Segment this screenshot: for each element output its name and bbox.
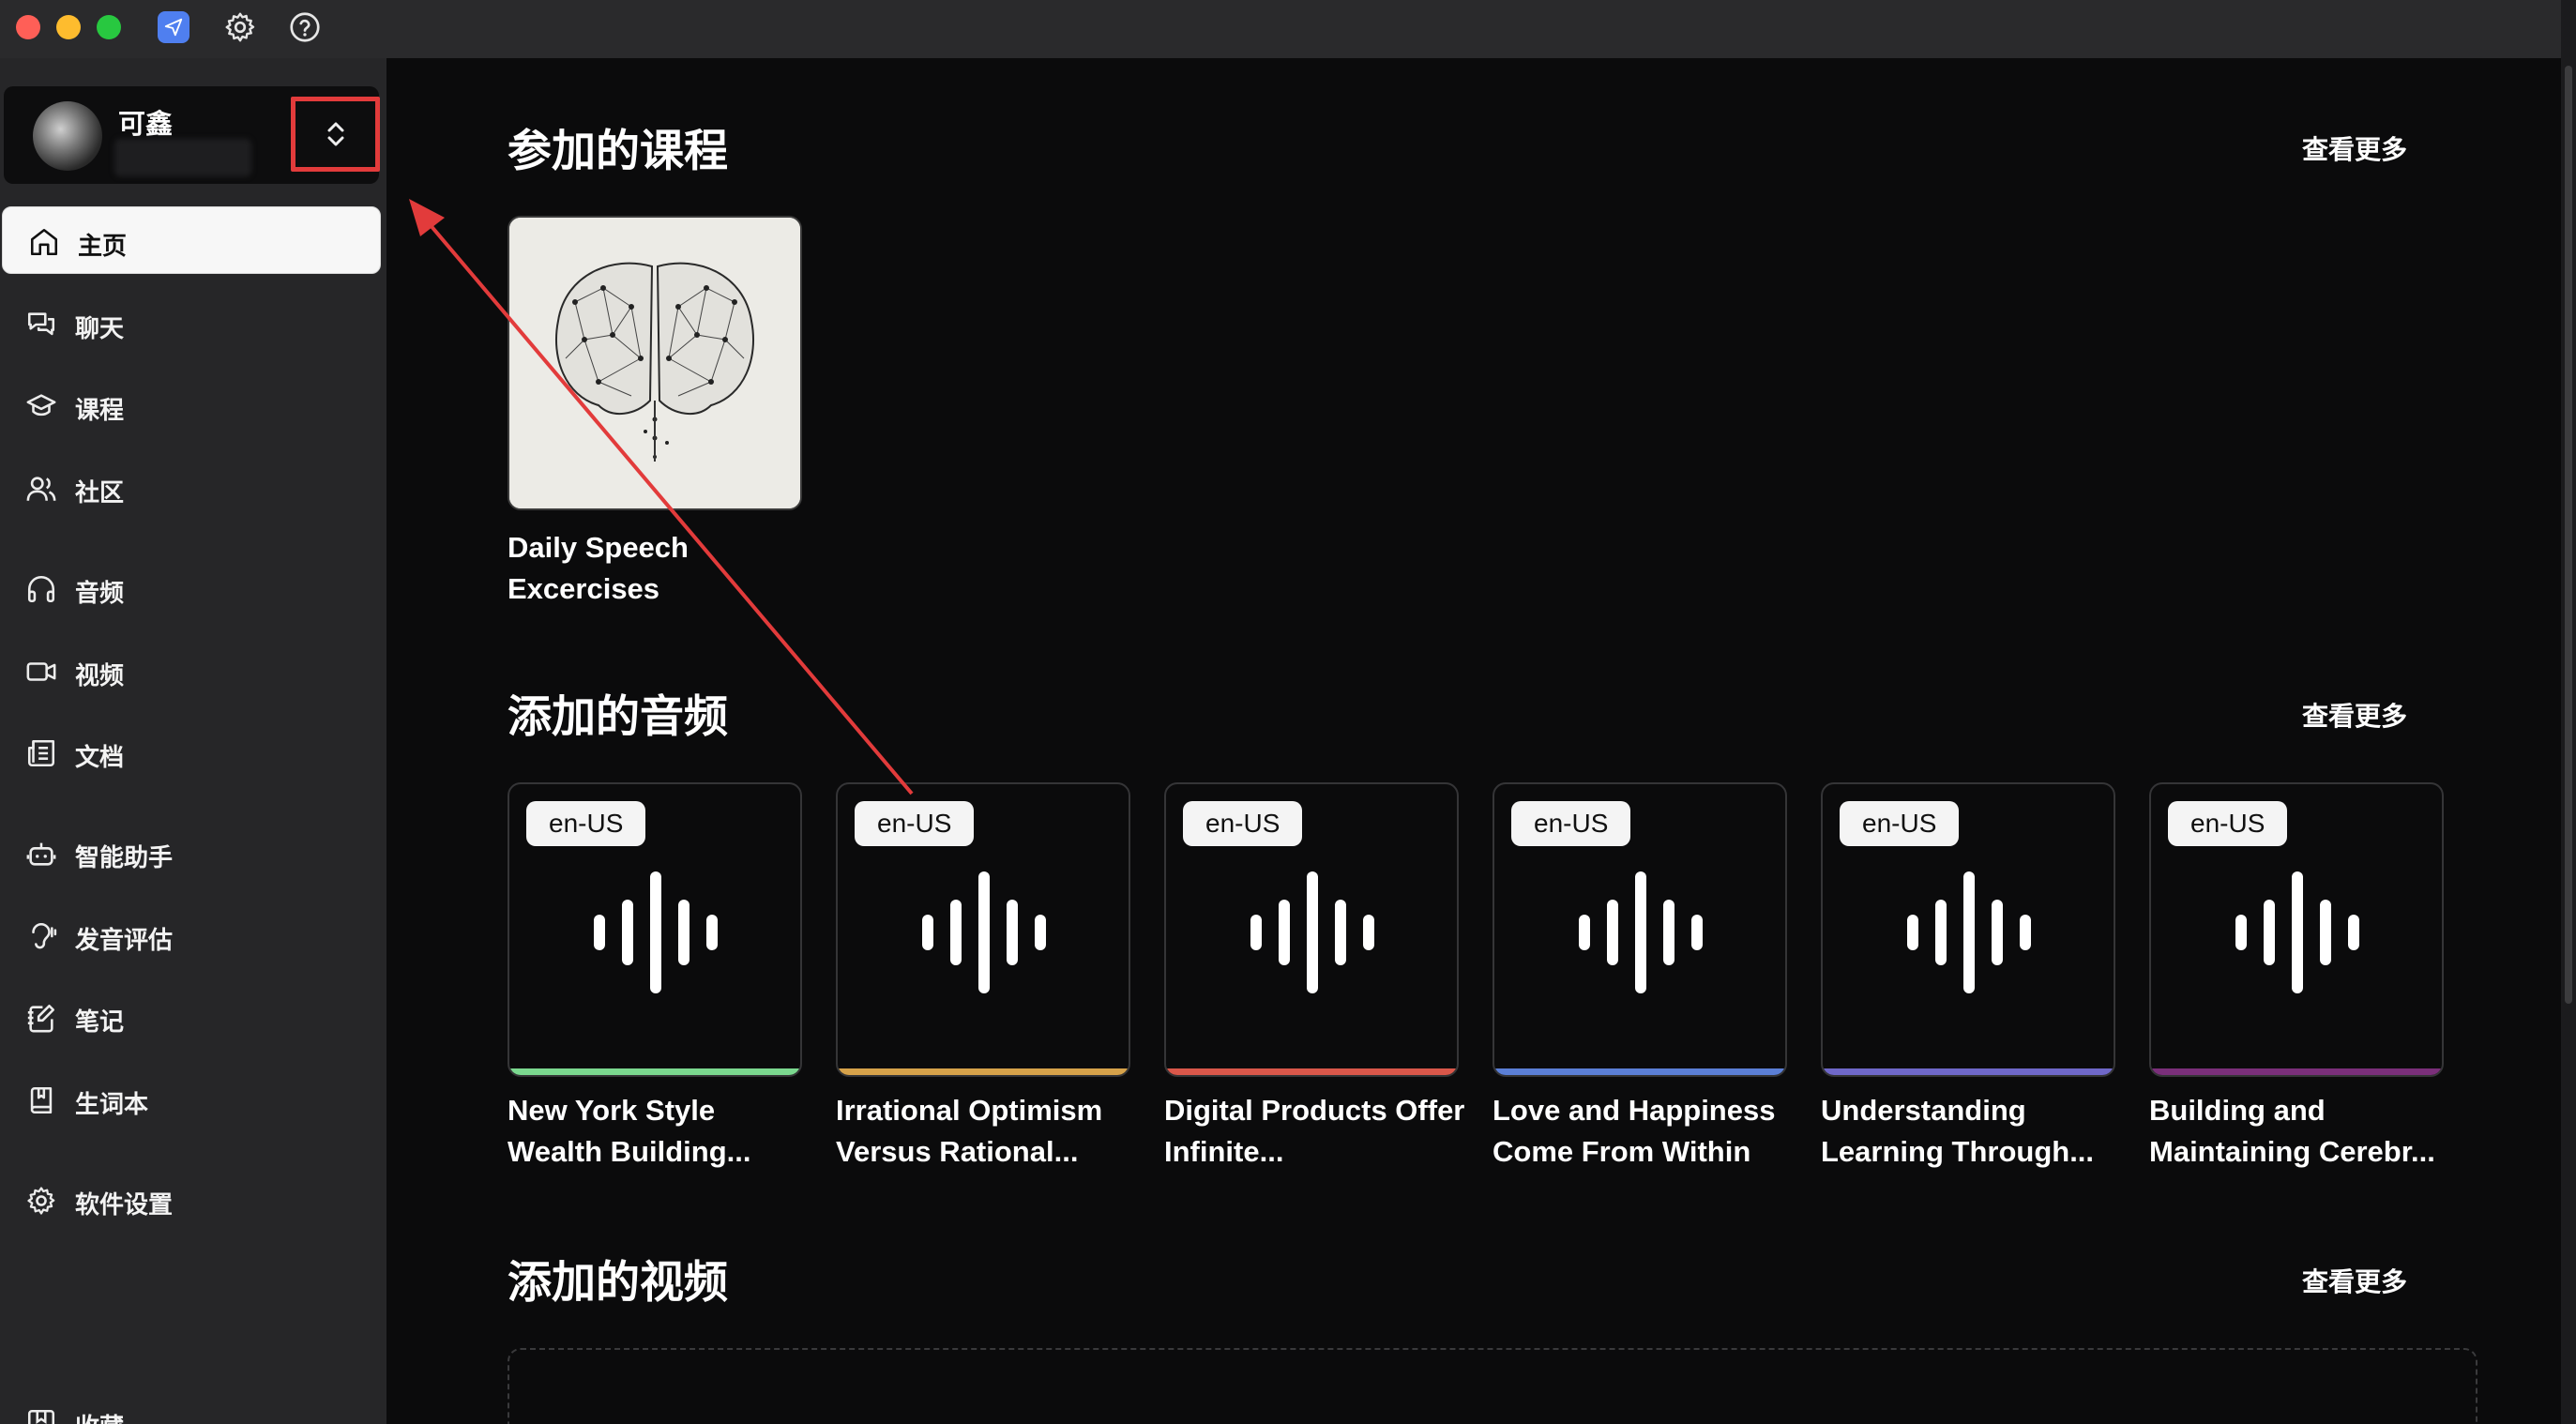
- audio-card[interactable]: en-US: [1821, 782, 2115, 1077]
- section-title-video: 添加的视频: [508, 1257, 728, 1307]
- sidebar-item-label: 软件设置: [75, 1190, 174, 1219]
- ear-icon: [32, 923, 57, 949]
- language-badge: en-US: [526, 801, 646, 846]
- audio-title[interactable]: Love and Happiness Come From Within: [1493, 1090, 1802, 1173]
- see-more-audio-link[interactable]: 查看更多: [2302, 696, 2407, 734]
- window-titlebar: [0, 0, 2561, 58]
- sidebar-item-label: 主页: [78, 232, 128, 260]
- audio-card-accent-bar: [509, 1068, 800, 1075]
- sidebar-item-favorites[interactable]: 收藏: [0, 1388, 379, 1424]
- brain-network-illustration: [509, 218, 800, 508]
- audio-card[interactable]: en-US: [2149, 782, 2444, 1077]
- window-close-button[interactable]: [16, 15, 40, 39]
- sidebar-item-label: 音频: [75, 579, 125, 607]
- see-more-courses-link[interactable]: 查看更多: [2302, 129, 2407, 167]
- language-badge: en-US: [1183, 801, 1303, 846]
- audio-card-accent-bar: [1494, 1068, 1785, 1075]
- gear-icon[interactable]: [223, 10, 257, 49]
- audio-waveform-icon: [2235, 871, 2359, 993]
- sidebar-item-label: 笔记: [75, 1007, 125, 1036]
- audio-title[interactable]: Digital Products Offer Infinite...: [1164, 1090, 1474, 1173]
- audio-title[interactable]: New York Style Wealth Building...: [508, 1090, 817, 1173]
- account-switch-button[interactable]: [291, 97, 380, 172]
- bookmark-icon: [27, 1409, 55, 1424]
- video-empty-dropzone[interactable]: [508, 1348, 2478, 1424]
- chat-icon: [27, 312, 55, 336]
- language-badge: en-US: [1511, 801, 1631, 846]
- section-title-audio: 添加的音频: [508, 691, 728, 741]
- main-content: 参加的课程 查看更多 Daily Speech Excercises 添加的音频…: [386, 58, 2561, 1424]
- audio-waveform-icon: [594, 871, 718, 993]
- audio-card-accent-bar: [1166, 1068, 1457, 1075]
- audio-waveform-icon: [1907, 871, 2031, 993]
- audio-waveform-icon: [1250, 871, 1374, 993]
- audio-card-accent-bar: [838, 1068, 1129, 1075]
- home-icon: [30, 228, 58, 256]
- sidebar-item-community[interactable]: 社区: [0, 454, 379, 522]
- sidebar-item-chat[interactable]: 聊天: [0, 290, 379, 357]
- language-badge: en-US: [2168, 801, 2288, 846]
- window-maximize-button[interactable]: [97, 15, 121, 39]
- audio-title[interactable]: Understanding Learning Through...: [1821, 1090, 2130, 1173]
- sidebar-item-label: 社区: [75, 478, 125, 507]
- sidebar: 可鑫 主页 聊天 课程 社区 音频 视频 文档 智能助手 发音评估 笔记 生词本…: [0, 58, 386, 1424]
- sidebar-item-label: 收藏: [75, 1408, 124, 1424]
- language-badge: en-US: [855, 801, 975, 846]
- avatar: [33, 101, 102, 171]
- course-card-thumbnail[interactable]: [508, 216, 802, 510]
- see-more-video-link[interactable]: 查看更多: [2302, 1262, 2407, 1299]
- sidebar-item-label: 课程: [75, 396, 125, 424]
- audio-card-accent-bar: [2151, 1068, 2442, 1075]
- gear-icon: [27, 1187, 55, 1215]
- notebook-pen-icon: [27, 1004, 55, 1033]
- sidebar-item-audio[interactable]: 音频: [0, 554, 379, 622]
- app-logo-icon[interactable]: [158, 11, 189, 43]
- sidebar-item-home[interactable]: 主页: [2, 206, 381, 274]
- window-minimize-button[interactable]: [56, 15, 81, 39]
- sidebar-item-notes[interactable]: 笔记: [0, 983, 379, 1051]
- sidebar-item-assistant[interactable]: 智能助手: [0, 819, 379, 886]
- audio-card[interactable]: en-US: [1164, 782, 1459, 1077]
- audio-card[interactable]: en-US: [836, 782, 1130, 1077]
- section-title-courses: 参加的课程: [508, 126, 728, 175]
- sidebar-item-label: 视频: [75, 661, 125, 689]
- course-title[interactable]: Daily Speech Excercises: [508, 527, 808, 610]
- bot-icon: [26, 842, 56, 866]
- user-name: 可鑫: [118, 110, 174, 140]
- audio-waveform-icon: [1579, 871, 1703, 993]
- audio-card[interactable]: en-US: [1493, 782, 1787, 1077]
- sidebar-item-pronunciation[interactable]: 发音评估: [0, 901, 379, 969]
- audio-title[interactable]: Building and Maintaining Cerebr...: [2149, 1090, 2459, 1173]
- sidebar-item-label: 生词本: [75, 1090, 149, 1118]
- sidebar-item-label: 聊天: [75, 314, 125, 342]
- graduation-cap-icon: [26, 394, 56, 417]
- sidebar-item-settings[interactable]: 软件设置: [0, 1166, 379, 1234]
- language-badge: en-US: [1840, 801, 1960, 846]
- audio-card-accent-bar: [1823, 1068, 2114, 1075]
- headphones-icon: [27, 575, 55, 603]
- sidebar-item-courses[interactable]: 课程: [0, 371, 379, 439]
- sidebar-item-label: 文档: [75, 743, 125, 771]
- newspaper-icon: [27, 739, 55, 767]
- video-camera-icon: [26, 662, 56, 681]
- users-icon: [26, 477, 56, 501]
- audio-card[interactable]: en-US: [508, 782, 802, 1077]
- scrollbar-thumb[interactable]: [2565, 66, 2572, 1004]
- audio-waveform-icon: [922, 871, 1046, 993]
- audio-title[interactable]: Irrational Optimism Versus Rational...: [836, 1090, 1145, 1173]
- sidebar-item-video[interactable]: 视频: [0, 637, 379, 704]
- sidebar-item-documents[interactable]: 文档: [0, 719, 379, 786]
- sidebar-item-vocabulary[interactable]: 生词本: [0, 1066, 379, 1133]
- help-icon[interactable]: [288, 10, 322, 49]
- user-email-blurred: [114, 139, 251, 176]
- sidebar-item-label: 发音评估: [75, 926, 174, 954]
- sidebar-item-label: 智能助手: [75, 843, 174, 871]
- book-icon: [30, 1086, 53, 1114]
